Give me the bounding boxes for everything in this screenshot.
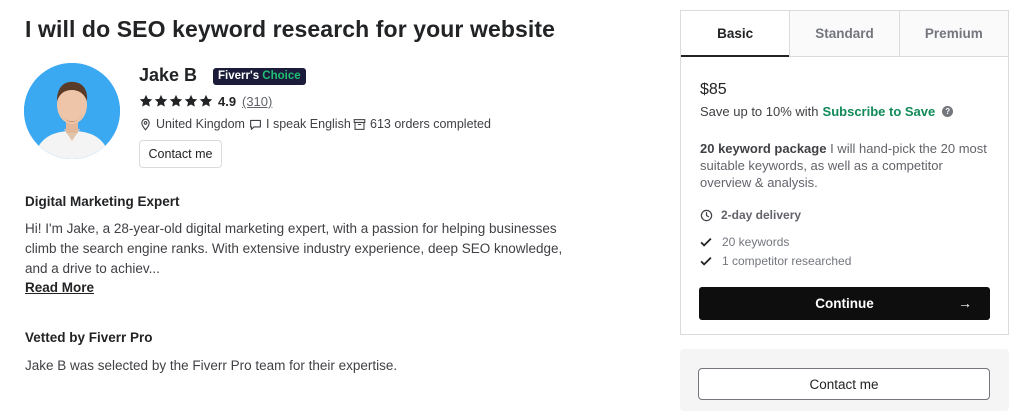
orders-info: 613 orders completed: [353, 117, 491, 131]
location-pin-icon: [141, 118, 150, 131]
about-text: Hi! I'm Jake, a 28-year-old digital mark…: [25, 221, 563, 276]
contact-panel: Contact me: [680, 349, 1009, 411]
seller-name[interactable]: Jake B: [139, 65, 197, 86]
checkmark-icon: [700, 237, 712, 247]
location-text: United Kingdom: [156, 117, 245, 131]
delivery-time: 2-day delivery: [700, 208, 801, 222]
delivery-text: 2-day delivery: [721, 208, 802, 222]
feature-text: 20 keywords: [722, 235, 790, 249]
orders-text: 613 orders completed: [370, 117, 491, 131]
location-info: United Kingdom: [139, 117, 245, 131]
feature-text: 1 competitor researched: [722, 254, 852, 268]
read-more-link[interactable]: Read More: [25, 280, 94, 295]
subscribe-save-line: Save up to 10% with Subscribe to Save ?: [700, 104, 954, 119]
reviews-count-link[interactable]: (310): [242, 94, 272, 109]
tab-basic[interactable]: Basic: [681, 11, 790, 57]
package-description: 20 keyword package I will hand-pick the …: [700, 140, 990, 191]
rating-value: 4.9: [218, 94, 237, 109]
tab-standard[interactable]: Standard: [789, 11, 899, 56]
language-info: I speak English: [249, 117, 351, 131]
about-heading: Digital Marketing Expert: [25, 194, 180, 209]
tab-premium[interactable]: Premium: [898, 11, 1008, 56]
help-icon[interactable]: ?: [942, 106, 954, 117]
contact-me-panel-button[interactable]: Contact me: [698, 368, 990, 400]
speech-bubble-icon: [250, 119, 261, 130]
rating-stars: [139, 94, 213, 108]
clock-icon: [700, 209, 713, 221]
star-icon: [199, 94, 213, 107]
save-prefix-text: Save up to 10% with: [700, 104, 819, 119]
feature-item: 1 competitor researched: [700, 254, 851, 268]
continue-button[interactable]: Continue →: [699, 287, 990, 320]
subscribe-to-save-link[interactable]: Subscribe to Save: [823, 104, 936, 119]
fiverrs-choice-badge: Fiverr's Choice: [213, 68, 306, 85]
gig-title: I will do SEO keyword research for your …: [25, 16, 556, 42]
vetted-text: Jake B was selected by the Fiverr Pro te…: [25, 358, 398, 373]
star-icon: [139, 94, 153, 107]
star-icon: [184, 94, 198, 107]
badge-text-brand: Fiverr's: [218, 70, 260, 82]
star-icon: [169, 94, 183, 107]
arrow-right-icon: →: [958, 295, 972, 311]
contact-me-button[interactable]: Contact me: [139, 140, 222, 168]
box-icon: [353, 118, 366, 130]
package-price: $85: [700, 81, 727, 98]
feature-item: 20 keywords: [700, 235, 789, 249]
package-panel: Basic Standard Premium $85 Save up to 10…: [680, 10, 1009, 335]
language-text: I speak English: [266, 117, 351, 131]
seller-avatar[interactable]: [24, 63, 120, 159]
badge-text-choice: Choice: [262, 70, 301, 82]
vetted-heading: Vetted by Fiverr Pro: [25, 330, 153, 345]
continue-label: Continue: [815, 296, 874, 311]
checkmark-icon: [700, 256, 712, 266]
package-tabs: Basic Standard Premium: [681, 11, 1008, 57]
package-name: 20 keyword package: [700, 141, 827, 156]
star-icon: [154, 94, 168, 107]
